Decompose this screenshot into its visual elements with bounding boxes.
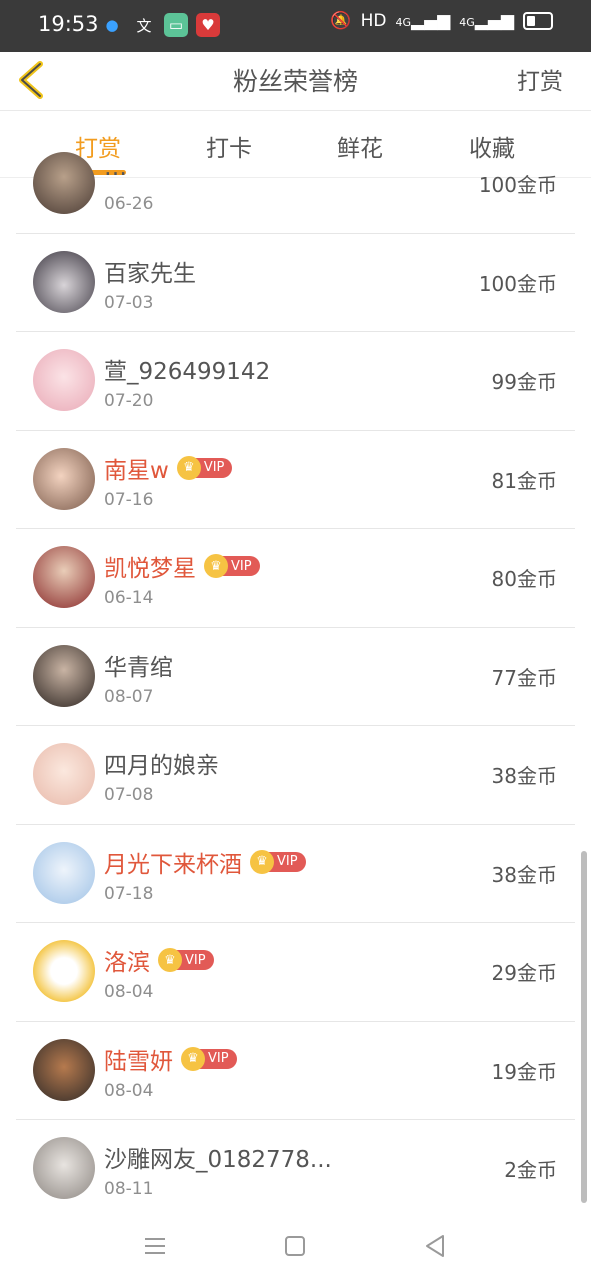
reward-date: 07-18 — [104, 883, 154, 904]
back-icon[interactable] — [421, 1232, 449, 1260]
mute-icon: 🔕 — [330, 11, 352, 31]
reward-date: 07-03 — [104, 292, 154, 313]
coin-amount: 19金币 — [491, 1059, 557, 1084]
coin-amount: 29金币 — [491, 961, 557, 985]
coin-amount: 81金币 — [491, 468, 557, 493]
avatar — [33, 152, 95, 214]
reward-date: 07-20 — [104, 391, 154, 411]
list-item[interactable]: 洛滨 ♛ VIP 08-04 29金币 — [16, 923, 575, 1022]
vip-badge: ♛ VIP — [181, 1046, 237, 1071]
list-item[interactable]: 凯悦梦星 ♛ VIP 06-14 80金币 — [16, 529, 575, 628]
list-item[interactable]: 月光下来杯酒 ♛ VIP 07-18 38金币 — [16, 825, 575, 923]
coin-amount: 80金币 — [491, 567, 557, 591]
crown-icon: ♛ — [204, 554, 228, 578]
list-item[interactable]: 陆雪妍 ♛ VIP 08-04 19金币 — [16, 1022, 575, 1120]
reward-date: 08-07 — [104, 686, 154, 707]
user-name: 陆雪妍 ♛ VIP — [104, 1042, 237, 1076]
avatar — [33, 546, 95, 608]
translate-icon: 文 — [136, 16, 152, 35]
signal-icon-2: 4G▂▄▆ — [459, 11, 514, 31]
notification-icons: ● 文 ▭ ♥ — [100, 13, 220, 37]
system-nav-bar — [0, 1210, 591, 1280]
coin-amount: 38金币 — [491, 862, 557, 887]
scrollbar[interactable] — [581, 851, 587, 1203]
coin-amount: 100金币 — [478, 173, 557, 197]
coin-amount: 77金币 — [491, 665, 557, 690]
user-name: 月光下来杯酒 ♛ VIP — [104, 845, 306, 879]
avatar — [33, 447, 95, 510]
heart-app-icon: ♥ — [196, 13, 220, 37]
list-item[interactable]: 百家先生 07-03 100金币 — [16, 234, 575, 332]
nav-bar: 粉丝荣誉榜 打赏 — [0, 52, 591, 111]
reward-date: 08-04 — [104, 1080, 154, 1101]
vip-badge: ♛ VIP — [250, 849, 306, 874]
reward-date: 06-14 — [104, 588, 154, 608]
user-name: … — [104, 155, 127, 181]
avatar — [33, 1038, 95, 1101]
list-item[interactable]: 萱_926499142 07-20 99金币 — [16, 332, 575, 431]
fan-ranking-list: … 06-26 100金币 百家先生 07-03 100金币 萱_9264991… — [16, 135, 575, 1219]
avatar — [33, 841, 95, 904]
reader-app-icon: ▭ — [164, 13, 188, 37]
list-item[interactable]: 沙雕网友_0182778... 08-11 2金币 — [16, 1120, 575, 1219]
reward-date: 08-04 — [104, 982, 154, 1002]
user-name: 萱_926499142 — [104, 359, 271, 385]
avatar — [33, 250, 95, 313]
list-item[interactable]: 南星w ♛ VIP 07-16 81金币 — [16, 431, 575, 529]
reward-date: 07-08 — [104, 785, 154, 805]
reward-date: 06-26 — [104, 194, 154, 214]
coin-amount: 2金币 — [504, 1158, 557, 1182]
vip-badge: ♛ VIP — [204, 554, 260, 578]
reward-button[interactable]: 打赏 — [517, 62, 563, 96]
user-name: 南星w ♛ VIP — [104, 451, 233, 485]
avatar — [33, 349, 95, 411]
user-name: 百家先生 — [104, 260, 196, 287]
list-item[interactable]: 四月的娘亲 07-08 38金币 — [16, 726, 575, 825]
avatar — [33, 644, 95, 707]
avatar — [33, 743, 95, 805]
status-time: 19:53 — [38, 12, 99, 36]
battery-icon — [523, 12, 553, 30]
user-name: 洛滨 ♛ VIP — [104, 943, 214, 977]
signal-icon-1: 4G▂▄▆ — [395, 11, 451, 31]
user-name: 沙雕网友_0182778... — [104, 1147, 332, 1173]
home-icon[interactable] — [281, 1232, 309, 1260]
avatar — [33, 940, 95, 1002]
crown-icon: ♛ — [250, 849, 274, 874]
crown-icon: ♛ — [158, 948, 182, 972]
coin-amount: 100金币 — [478, 271, 557, 296]
qq-icon: ● — [105, 16, 119, 34]
user-name: 华青绾 — [104, 654, 173, 681]
reward-date: 07-16 — [104, 489, 154, 510]
reward-date: 08-11 — [104, 1179, 154, 1199]
avatar — [33, 1137, 95, 1199]
crown-icon: ♛ — [181, 1046, 205, 1071]
list-item[interactable]: 华青绾 08-07 77金币 — [16, 628, 575, 726]
hd-indicator: HD — [360, 11, 387, 31]
coin-amount: 99金币 — [491, 370, 557, 394]
vip-badge: ♛ VIP — [158, 948, 214, 972]
user-name: 四月的娘亲 — [104, 753, 219, 779]
list-item[interactable]: … 06-26 100金币 — [16, 135, 575, 234]
crown-icon: ♛ — [176, 455, 201, 480]
coin-amount: 38金币 — [491, 764, 557, 788]
page-title: 粉丝荣誉榜 — [232, 67, 358, 96]
status-indicators: 🔕 HD 4G▂▄▆ 4G▂▄▆ — [330, 11, 553, 31]
menu-icon[interactable] — [141, 1232, 169, 1260]
vip-badge: ♛ VIP — [176, 455, 233, 480]
user-name: 凯悦梦星 ♛ VIP — [104, 549, 260, 583]
status-bar: 19:53 ● 文 ▭ ♥ 🔕 HD 4G▂▄▆ 4G▂▄▆ — [0, 0, 591, 52]
